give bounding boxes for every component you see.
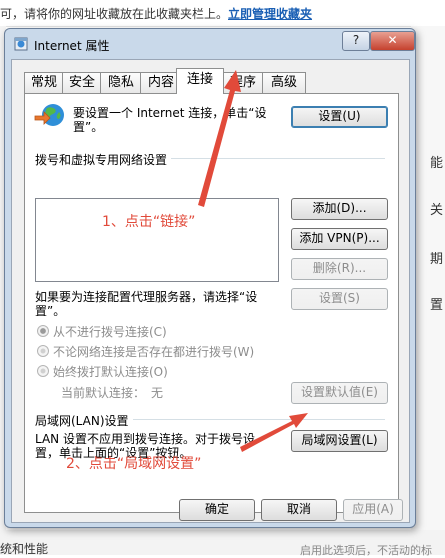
current-default-value: 无 [151,386,164,400]
current-default-label: 当前默认连接： [61,386,146,400]
lan-settings-button[interactable]: 局域网设置(L) [291,430,388,452]
tab-advanced[interactable]: 高级 [262,72,306,93]
lan-group-title: 局域网(LAN)设置 [35,412,133,429]
add-connection-button[interactable]: 添加(D)... [291,198,388,220]
bg-fragment-1: 能 [429,156,443,171]
dial-whenever-label[interactable]: 不论网络连接是否存在都进行拨号(W) [53,343,254,360]
cancel-button[interactable]: 取消 [261,499,337,521]
bg-fragment-4: 置 [429,298,443,313]
ok-button[interactable]: 确定 [179,499,255,521]
bg-fragment-3: 期 [429,252,443,267]
bg-bottom-right-text: 启用此选项后，不活动的标 [300,544,432,557]
never-dial-label[interactable]: 从不进行拨号连接(C) [53,323,167,340]
bg-bottom-left-text: 统和性能 [0,542,49,556]
always-dial-default-label[interactable]: 始终拨打默认连接(O) [53,363,168,380]
proxy-description: 如果要为连接配置代理服务器，请选择“设置”。 [35,290,258,318]
always-dial-default-radio[interactable] [37,365,49,377]
background-bottom-strip: 统和性能 启用此选项后，不活动的标 [0,530,445,557]
connections-panel: 要设置一个 Internet 连接，单击“设置”。 设置(U) 拨号和虚拟专用网… [24,93,399,513]
setup-button[interactable]: 设置(U) [291,106,388,128]
internet-options-icon [14,37,28,51]
background-right-strip: 能 关 期 置 [411,26,445,555]
help-button[interactable]: ? [342,31,370,51]
dialup-settings-button[interactable]: 设置(S) [291,288,388,310]
dialog-titlebar[interactable]: Internet 属性 ? ✕ [5,29,415,57]
globe-network-icon [34,104,64,126]
annotation-step2: 2、点击“局域网设置” [66,456,202,472]
never-dial-radio[interactable] [37,325,49,337]
add-vpn-button[interactable]: 添加 VPN(P)... [291,228,388,250]
tab-programs[interactable]: 程序 [222,72,264,93]
setup-description: 要设置一个 Internet 连接，单击“设置”。 [73,106,267,134]
set-default-button[interactable]: 设置默认值(E) [291,382,388,404]
dial-whenever-radio[interactable] [37,345,49,357]
manage-favorites-link[interactable]: 立即管理收藏夹 [228,5,312,22]
favorites-notice-text: 可，请将你的网址收藏放在此收藏夹栏上。 [0,7,229,21]
tab-connections[interactable]: 连接 [176,68,224,94]
tab-security[interactable]: 安全 [62,72,102,93]
delete-connection-button[interactable]: 删除(R)... [291,258,388,280]
annotation-step1: 1、点击“链接” [102,214,196,230]
tab-general[interactable]: 常规 [24,72,64,93]
dialog-title: Internet 属性 [34,39,110,53]
favorites-notice-bar: 可，请将你的网址收藏放在此收藏夹栏上。 立即管理收藏夹 [0,0,445,27]
bg-fragment-2: 关 [429,203,443,218]
close-button[interactable]: ✕ [370,31,415,51]
apply-button[interactable]: 应用(A) [343,499,403,521]
tab-privacy[interactable]: 隐私 [100,72,142,93]
dialup-group-title: 拨号和虚拟专用网络设置 [35,151,172,168]
